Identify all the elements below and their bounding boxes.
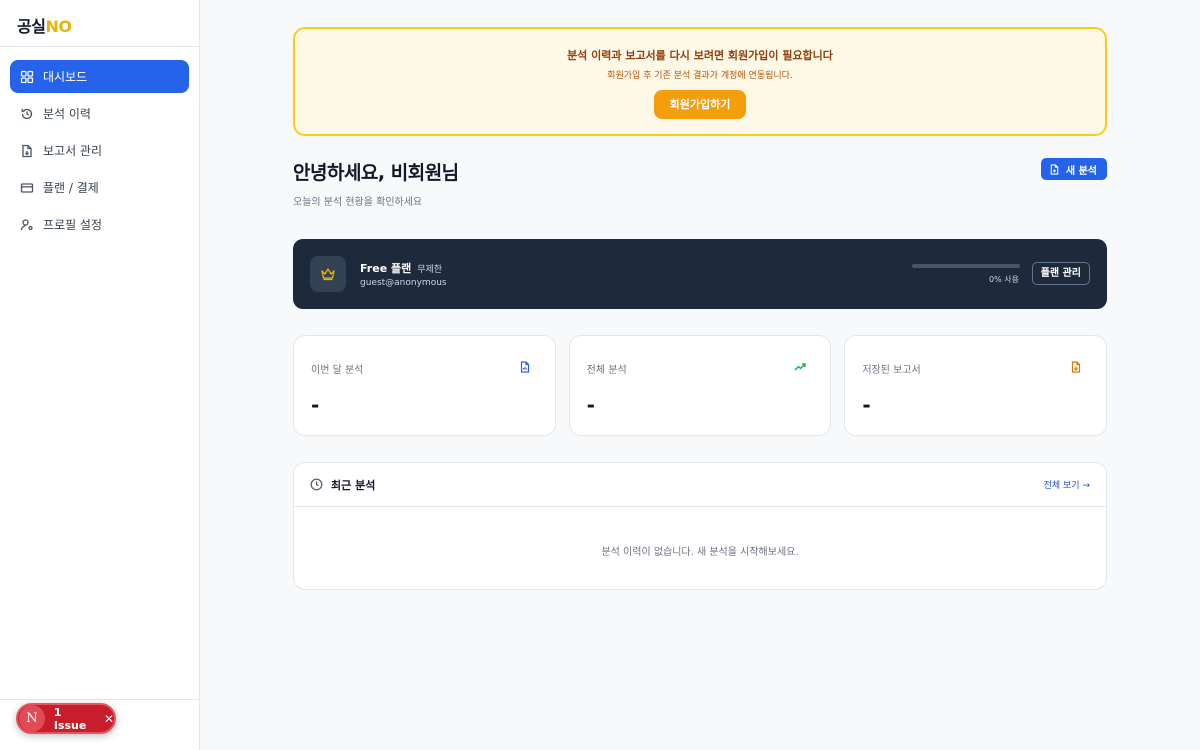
plan-name-row: Free 플랜 무제한 (360, 260, 442, 276)
file-plus-icon (1049, 163, 1060, 175)
sidebar-item-reports[interactable]: 보고서 관리 (10, 134, 189, 167)
banner-title: 분석 이력과 보고서를 다시 보려면 회원가입이 필요합니다 (567, 49, 833, 62)
sidebar-item-label: 대시보드 (43, 70, 88, 84)
file-chart-icon (519, 361, 531, 373)
stat-card-total: 전체 분석 - (568, 335, 832, 436)
stat-value: - (311, 393, 320, 417)
sidebar-item-label: 분석 이력 (43, 107, 91, 121)
sidebar-item-dashboard[interactable]: 대시보드 (10, 60, 189, 93)
view-all-link[interactable]: 전체 보기 → (1044, 478, 1090, 491)
plan-name: Free 플랜 (360, 262, 412, 275)
greeting-section: 안녕하세요, 비회원님 오늘의 분석 현황을 확인하세요 새 분석 (293, 158, 1107, 208)
history-icon (20, 107, 34, 121)
file-download-icon (1070, 361, 1082, 373)
clock-icon (310, 478, 323, 491)
banner-subtitle: 회원가입 후 기존 분석 결과가 계정에 연동됩니다. (607, 71, 793, 81)
sidebar: 공실NO 대시보드 분석 이력 보고서 관리 플랜 / 결제 프로필 설정 (0, 0, 200, 750)
sidebar-item-billing[interactable]: 플랜 / 결제 (10, 171, 189, 204)
usage-text: 0% 사용 (989, 275, 1019, 284)
usage-progress-bar (912, 264, 1020, 268)
sidebar-item-label: 플랜 / 결제 (43, 181, 99, 195)
brand-logo[interactable]: 공실NO (0, 0, 199, 47)
recent-analyses-panel: 최근 분석 전체 보기 → 분석 이력이 없습니다. 새 분석을 시작해보세요. (293, 462, 1107, 590)
next-logo-icon: N (19, 705, 45, 732)
crown-icon (310, 256, 346, 292)
stat-card-monthly: 이번 달 분석 - (293, 335, 556, 436)
brand-part-2: NO (45, 17, 72, 36)
stat-value: - (586, 393, 595, 417)
user-settings-icon (20, 218, 34, 232)
stat-value: - (862, 393, 871, 417)
main-content: 분석 이력과 보고서를 다시 보려면 회원가입이 필요합니다 회원가입 후 기존… (293, 27, 1108, 590)
stat-label: 전체 분석 (586, 365, 627, 376)
signup-banner: 분석 이력과 보고서를 다시 보려면 회원가입이 필요합니다 회원가입 후 기존… (293, 27, 1107, 136)
page-subtitle: 오늘의 분석 현황을 확인하세요 (293, 197, 423, 208)
file-icon (20, 144, 34, 158)
recent-header: 최근 분석 전체 보기 → (294, 463, 1106, 507)
plan-email: guest@anonymous (360, 278, 447, 288)
new-analysis-button[interactable]: 새 분석 (1040, 158, 1107, 180)
manage-plan-button[interactable]: 플랜 관리 (1031, 262, 1090, 285)
stat-label: 저장된 보고서 (862, 365, 921, 376)
sidebar-item-label: 프로필 설정 (43, 218, 103, 232)
sidebar-item-label: 보고서 관리 (43, 144, 103, 158)
close-icon[interactable]: ✕ (104, 712, 114, 726)
issue-count: 1 Issue (53, 705, 87, 732)
plan-card: Free 플랜 무제한 guest@anonymous 0% 사용 플랜 관리 (293, 239, 1107, 309)
sidebar-nav: 대시보드 분석 이력 보고서 관리 플랜 / 결제 프로필 설정 (0, 47, 199, 258)
stat-card-saved-reports: 저장된 보고서 - (844, 335, 1108, 436)
trending-up-icon (794, 361, 806, 373)
plan-tag: 무제한 (417, 265, 443, 275)
page-title: 안녕하세요, 비회원님 (293, 162, 459, 184)
signup-button[interactable]: 회원가입하기 (653, 90, 747, 119)
stats-row: 이번 달 분석 - 전체 분석 - 저장된 보고서 - (293, 335, 1108, 436)
new-analysis-label: 새 분석 (1065, 165, 1097, 177)
recent-title: 최근 분석 (331, 478, 376, 492)
empty-state-text: 분석 이력이 없습니다. 새 분석을 시작해보세요. (601, 547, 799, 558)
grid-icon (20, 70, 34, 84)
stat-label: 이번 달 분석 (311, 365, 364, 376)
sidebar-item-history[interactable]: 분석 이력 (10, 97, 189, 130)
issue-indicator[interactable]: N 1 Issue ✕ (16, 703, 116, 734)
credit-card-icon (20, 181, 34, 195)
sidebar-item-profile[interactable]: 프로필 설정 (10, 208, 189, 241)
brand-part-1: 공실 (17, 17, 46, 36)
